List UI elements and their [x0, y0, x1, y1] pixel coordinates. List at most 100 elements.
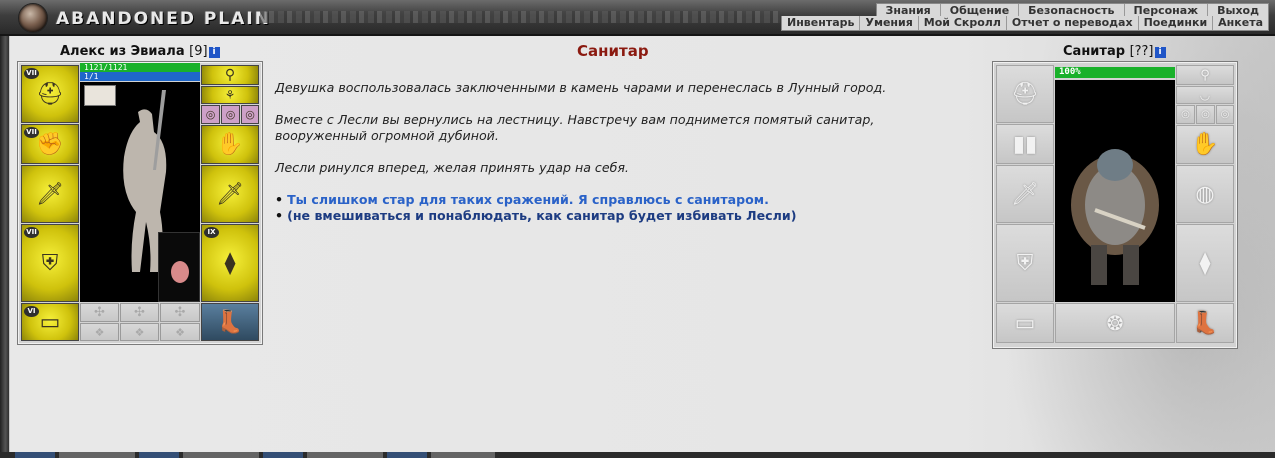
enemy-slot-emblem[interactable]: ❂ — [1055, 303, 1175, 343]
bottom-bar-decoration — [15, 452, 495, 458]
player-name-line: Алекс из Эвиала [9] i — [60, 44, 220, 59]
player-info-icon[interactable]: i — [208, 47, 220, 58]
player-name[interactable]: Алекс из Эвиала — [60, 44, 185, 59]
player-slot-greaves[interactable]: ⧫ IX — [201, 224, 259, 302]
left-border — [0, 36, 9, 458]
amulet-icon: ⚲ — [1200, 67, 1210, 83]
enemy-slot-earrings[interactable]: ◡ — [1176, 86, 1234, 104]
enemy-slot-helmet[interactable]: ⛑ — [996, 65, 1054, 123]
enemy-info-icon[interactable]: i — [1154, 47, 1166, 58]
sword-icon: 🗡 — [36, 181, 64, 207]
player-slot-amulet[interactable]: ⚲ — [201, 65, 259, 85]
rune-placeholder-icon: ✣ — [94, 305, 105, 320]
player-slot-gloves[interactable]: ✋ — [201, 125, 259, 164]
player-slot-earrings[interactable]: ⚘ — [201, 86, 259, 104]
enemy-slot-amulet[interactable]: ⚲ — [1176, 65, 1234, 85]
enemy-name-line: Санитар [??] i — [1063, 44, 1166, 59]
enemy-level: [??] — [1129, 44, 1154, 59]
dialog-choice-2[interactable]: • (не вмешиваться и понаблюдать, как сани… — [275, 208, 955, 224]
submenu-item-transfer-report[interactable]: Отчет о переводах — [1005, 16, 1138, 30]
enemy-slot-ring-2[interactable]: ◎ — [1196, 105, 1215, 124]
enemy-figure — [1071, 149, 1159, 285]
submenu-item-my-scroll[interactable]: Мой Скролл — [917, 16, 1006, 30]
rune-placeholder-icon: ✣ — [174, 305, 186, 320]
player-slot-boots[interactable]: 👢 — [201, 303, 259, 341]
rune-slot[interactable]: ✣ — [80, 303, 119, 322]
amulet-icon: ⚲ — [224, 67, 236, 83]
shield-icon: ◍ — [1195, 181, 1215, 207]
dialog-choice-1-text[interactable]: Ты слишком стар для таких сражений. Я сп… — [287, 192, 769, 207]
enemy-portrait[interactable] — [1055, 80, 1175, 302]
armor-icon: ⛨ — [1016, 250, 1034, 276]
header-rune-decoration — [260, 11, 780, 23]
ring-icon: ◎ — [225, 108, 236, 121]
enemy-slot-ring-1[interactable]: ◎ — [1176, 105, 1195, 124]
enemy-slot-weapon[interactable]: 🗡 — [996, 165, 1054, 223]
gloves-icon: ✋ — [1191, 132, 1219, 157]
logo-emblem-icon — [18, 3, 48, 33]
submenu-item-inventory[interactable]: Инвентарь — [782, 16, 859, 30]
ring-icon: ◎ — [1181, 109, 1190, 120]
story-paragraph: Девушка воспользовалась заключенными в к… — [275, 80, 887, 95]
player-slot-bracers[interactable]: ✊ VII — [21, 124, 79, 164]
pet-slot[interactable] — [158, 232, 200, 302]
rune-slot[interactable]: ❖ — [120, 323, 159, 341]
submenu-item-skills[interactable]: Умения — [859, 16, 917, 30]
player-slot-weapon-right[interactable]: 🗡 — [201, 165, 259, 223]
enemy-slot-gloves[interactable]: ✋ — [1176, 125, 1234, 164]
tier-badge: VII — [24, 127, 39, 138]
story-paragraph: Лесли ринулся вперед, желая принять удар… — [275, 160, 629, 175]
rune-slot[interactable]: ✣ — [120, 303, 159, 322]
greaves-icon: ⧫ — [1199, 250, 1211, 276]
earring-icon: ◡ — [1199, 88, 1211, 102]
enemy-hp-bar: 100% — [1055, 67, 1175, 78]
enemy-slot-bracers[interactable]: ▮▮ — [996, 124, 1054, 164]
enemy-slot-boots[interactable]: 👢 — [1176, 303, 1234, 343]
sword-icon: 🗡 — [216, 181, 244, 207]
tier-badge: IX — [204, 227, 219, 238]
boots-icon: 👢 — [216, 309, 244, 335]
player-portrait[interactable] — [80, 82, 200, 302]
dialog-choice-1[interactable]: • Ты слишком стар для таких сражений. Я с… — [275, 192, 955, 208]
player-slot-ring-3[interactable]: ◎ — [241, 105, 259, 124]
player-slot-helmet[interactable]: ⛑ VII — [21, 65, 79, 123]
dialog-choice-2-text[interactable]: (не вмешиваться и понаблюдать, как санит… — [287, 208, 796, 223]
bottom-bar — [0, 452, 1275, 458]
enemy-slot-ring-3[interactable]: ◎ — [1216, 105, 1234, 124]
top-bar: ABANDONED PLAIN Знания Общение Безопасно… — [0, 0, 1275, 36]
player-slot-ring-2[interactable]: ◎ — [221, 105, 240, 124]
tier-badge: VII — [24, 68, 39, 79]
emblem-icon: ❂ — [1106, 311, 1124, 335]
submenu-item-duels[interactable]: Поединки — [1137, 16, 1213, 30]
enemy-slot-greaves[interactable]: ⧫ — [1176, 224, 1234, 302]
rune-slot[interactable]: ❖ — [160, 323, 200, 341]
player-slot-weapon-left[interactable]: 🗡 — [21, 165, 79, 223]
enemy-slot-shield[interactable]: ◍ — [1176, 165, 1234, 223]
encounter-title: Санитар — [577, 42, 649, 60]
ring-icon: ◎ — [1220, 109, 1230, 120]
player-slot-ring-1[interactable]: ◎ — [201, 105, 220, 124]
sub-menu: Инвентарь Умения Мой Скролл Отчет о пере… — [781, 16, 1269, 31]
ring-icon: ◎ — [1201, 109, 1210, 120]
submenu-item-profile[interactable]: Анкета — [1212, 16, 1268, 30]
enemy-slot-belt[interactable]: ▭ — [996, 303, 1054, 343]
rune-placeholder-icon: ❖ — [134, 325, 145, 339]
helmet-icon: ⛑ — [1011, 81, 1039, 107]
earring-icon: ⚘ — [224, 88, 236, 102]
rune-placeholder-icon: ❖ — [94, 325, 105, 339]
app-logo: ABANDONED PLAIN — [56, 9, 271, 29]
sword-icon: 🗡 — [1011, 181, 1039, 207]
bullet: • — [275, 208, 284, 223]
enemy-slot-armor[interactable]: ⛨ — [996, 224, 1054, 302]
rune-slot[interactable]: ✣ — [160, 303, 200, 322]
bullet: • — [275, 192, 284, 207]
bracers-icon: ▮▮ — [1012, 131, 1038, 157]
player-mp-bar: 1/1 — [80, 72, 200, 81]
player-slot-belt[interactable]: ▭ VI — [21, 303, 79, 341]
boots-icon: 👢 — [1191, 310, 1219, 336]
rune-slot[interactable]: ❖ — [80, 323, 119, 341]
ring-icon: ◎ — [245, 108, 255, 121]
tier-badge: VII — [24, 227, 39, 238]
enemy-name[interactable]: Санитар — [1063, 44, 1125, 59]
player-slot-armor[interactable]: ⛨ VII — [21, 224, 79, 302]
